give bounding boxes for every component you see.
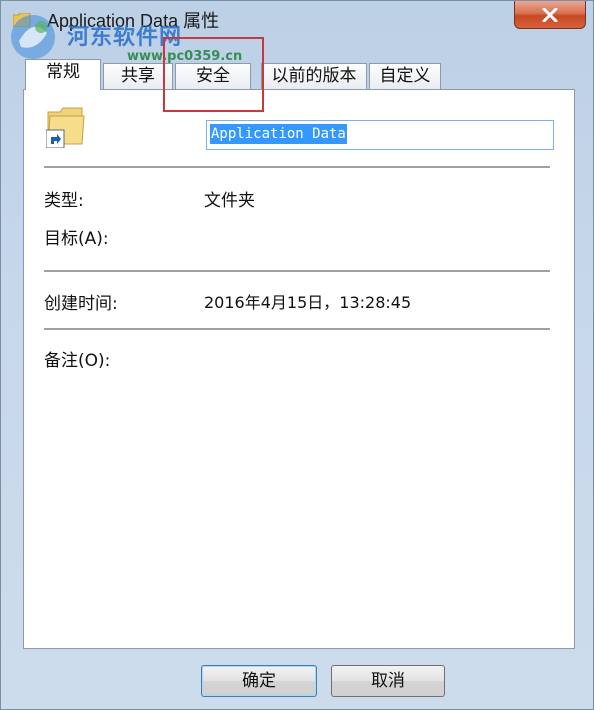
separator	[44, 270, 550, 272]
properties-window: Application Data 属性 河东软件网 www.pc0359.cn …	[0, 0, 594, 710]
type-label: 类型:	[44, 191, 84, 211]
separator	[44, 328, 550, 330]
comment-label: 备注(O):	[44, 351, 111, 371]
folder-shortcut-icon	[46, 107, 85, 148]
ok-button[interactable]: 确定	[201, 665, 317, 697]
cancel-button[interactable]: 取消	[331, 665, 445, 697]
created-value: 2016年4月15日，13:28:45	[204, 293, 412, 312]
separator	[44, 166, 550, 168]
general-tab-panel: Application Data 类型: 文件夹 目标(A): 创建时间: 20…	[23, 89, 575, 649]
tab-previous-versions[interactable]: 以前的版本	[261, 63, 367, 89]
close-icon	[542, 7, 558, 22]
annotation-highlight-box	[163, 37, 264, 112]
type-value: 文件夹	[204, 191, 255, 211]
watermark-logo-icon	[11, 15, 55, 59]
close-button[interactable]	[514, 1, 586, 29]
name-input[interactable]: Application Data	[206, 120, 554, 150]
name-input-selected-text: Application Data	[210, 124, 347, 144]
tab-general[interactable]: 常规	[25, 59, 101, 90]
created-label: 创建时间:	[44, 294, 118, 314]
tab-customize[interactable]: 自定义	[369, 63, 441, 89]
target-label: 目标(A):	[44, 229, 109, 249]
tab-strip: 常规 共享 安全 以前的版本 自定义	[25, 59, 585, 90]
